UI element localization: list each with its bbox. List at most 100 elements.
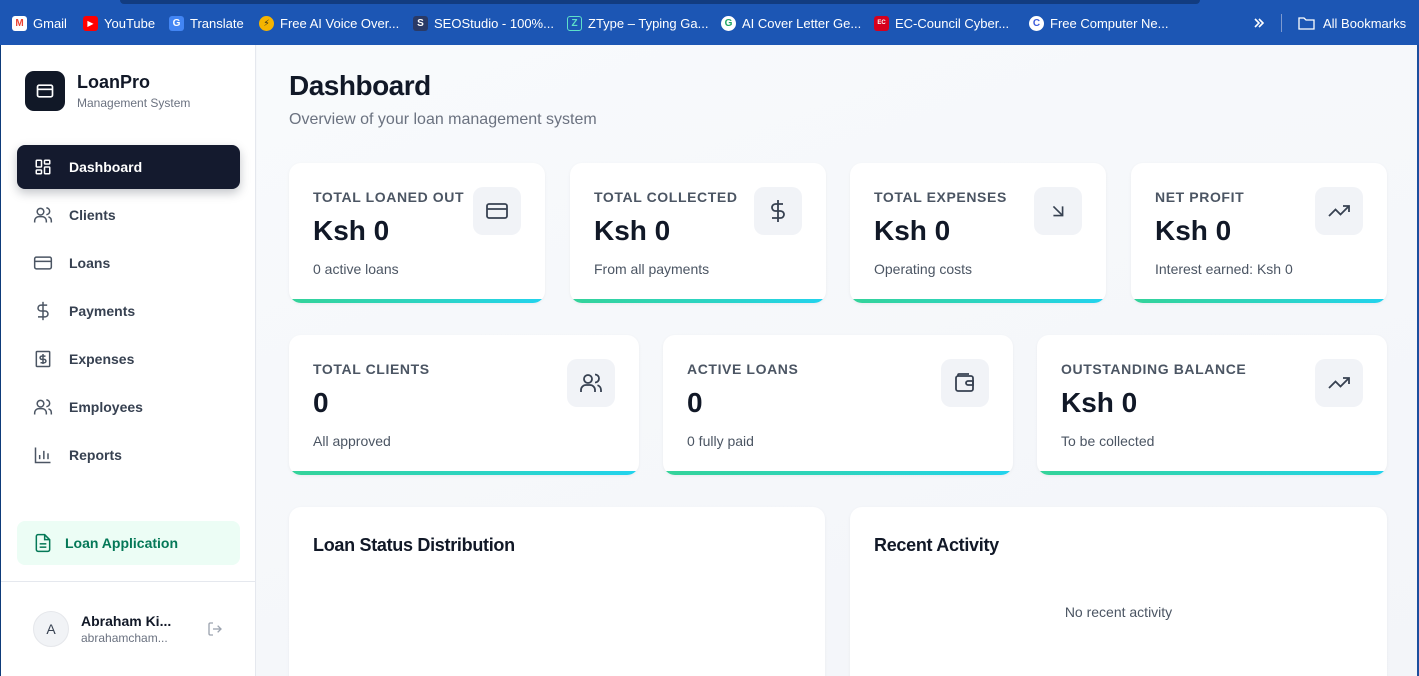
wallet-icon: [941, 359, 989, 407]
sidebar-item-dashboard[interactable]: Dashboard: [17, 145, 240, 189]
employees-icon: [33, 397, 53, 417]
user-profile: A Abraham Ki... abrahamcham...: [33, 611, 233, 647]
bookmark-label: YouTube: [104, 15, 156, 31]
stat-value: Ksh 0: [1061, 387, 1138, 418]
bookmark-label: Free Computer Ne...: [1050, 15, 1169, 31]
stat-subtext: 0 fully paid: [687, 433, 754, 449]
stat-label: NET PROFIT: [1155, 189, 1245, 205]
brand[interactable]: LoanPro Management System: [25, 71, 190, 111]
sidebar-item-label: Dashboard: [69, 159, 143, 175]
stat-label: TOTAL EXPENSES: [874, 189, 1007, 205]
sidebar-item-expenses[interactable]: Expenses: [17, 337, 240, 381]
brand-subtitle: Management System: [77, 96, 191, 110]
bookmark-free-computer[interactable]: C Free Computer Ne...: [1029, 14, 1169, 32]
bookmark-ztype[interactable]: Z ZType – Typing Ga...: [567, 14, 708, 32]
credit-card-icon: [33, 253, 53, 273]
logout-icon: [208, 622, 222, 636]
sidebar-item-reports[interactable]: Reports: [17, 433, 240, 477]
stat-card-active-loans: ACTIVE LOANS 0 0 fully paid: [663, 335, 1013, 475]
lightning-icon: ⚡: [259, 15, 274, 31]
bookmark-label: Translate: [190, 15, 244, 31]
users-icon: [33, 205, 53, 225]
sidebar-item-loans[interactable]: Loans: [17, 241, 240, 285]
stat-label: TOTAL LOANED OUT: [313, 189, 465, 205]
user-divider: [1, 581, 256, 582]
all-bookmarks-label: All Bookmarks: [1323, 15, 1407, 31]
computer-net-icon: C: [1029, 15, 1044, 31]
bookmark-youtube[interactable]: ▶ YouTube: [83, 14, 155, 32]
stat-card-total-loaned-out: TOTAL LOANED OUT Ksh 0 0 active loans: [289, 163, 545, 303]
panel-title: Loan Status Distribution: [313, 535, 515, 555]
dollar-icon: [754, 187, 802, 235]
stat-subtext: 0 active loans: [313, 261, 399, 277]
credit-card-icon: [473, 187, 521, 235]
bookmark-label: EC-Council Cyber...: [895, 15, 1010, 31]
stat-value: Ksh 0: [874, 215, 951, 246]
browser-frame-edge: [120, 0, 1200, 4]
card-accent-bar: [850, 299, 1106, 303]
stat-value: Ksh 0: [313, 215, 390, 246]
sidebar-item-clients[interactable]: Clients: [17, 193, 240, 237]
arrow-down-right-icon: [1034, 187, 1082, 235]
stat-value: 0: [687, 387, 703, 418]
more-bookmarks-button[interactable]: [1252, 14, 1266, 32]
card-accent-bar: [289, 299, 545, 303]
logout-button[interactable]: [206, 620, 224, 638]
card-accent-bar: [570, 299, 826, 303]
gmail-icon: M: [12, 15, 27, 31]
stat-subtext: All approved: [313, 433, 391, 449]
stat-label: OUTSTANDING BALANCE: [1061, 361, 1247, 377]
bookmark-free-ai-voice[interactable]: ⚡ Free AI Voice Over...: [259, 14, 399, 32]
loan-application-label: Loan Application: [65, 535, 179, 551]
receipt-icon: [33, 349, 53, 369]
stat-card-total-expenses: TOTAL EXPENSES Ksh 0 Operating costs: [850, 163, 1106, 303]
sidebar-item-label: Reports: [69, 447, 122, 463]
sidebar-item-payments[interactable]: Payments: [17, 289, 240, 333]
bookmark-label: Free AI Voice Over...: [280, 15, 400, 31]
user-name: Abraham Ki...: [81, 613, 172, 629]
document-icon: [33, 533, 53, 553]
card-accent-bar: [1037, 471, 1387, 475]
youtube-icon: ▶: [83, 15, 98, 31]
stat-value: 0: [313, 387, 329, 418]
bookmark-translate[interactable]: G Translate: [169, 14, 244, 32]
sidebar-item-label: Clients: [69, 207, 116, 223]
bookmark-seostudio[interactable]: S SEOStudio - 100%...: [413, 14, 554, 32]
sidebar-item-employees[interactable]: Employees: [17, 385, 240, 429]
ec-council-icon: EC: [874, 15, 889, 31]
bookmark-gmail[interactable]: M Gmail: [12, 14, 67, 32]
avatar[interactable]: A: [33, 611, 69, 647]
all-bookmarks-button[interactable]: All Bookmarks: [1298, 14, 1406, 32]
bookmark-label: SEOStudio - 100%...: [434, 15, 554, 31]
sidebar: LoanPro Management System Dashboard Clie…: [1, 45, 256, 676]
stat-subtext: To be collected: [1061, 433, 1155, 449]
sidebar-item-label: Employees: [69, 399, 143, 415]
loan-application-button[interactable]: Loan Application: [17, 521, 240, 565]
dollar-icon: [33, 301, 53, 321]
panel-title: Recent Activity: [874, 535, 999, 555]
stat-card-outstanding-balance: OUTSTANDING BALANCE Ksh 0 To be collecte…: [1037, 335, 1387, 475]
card-accent-bar: [663, 471, 1013, 475]
stat-value: Ksh 0: [1155, 215, 1232, 246]
stat-card-net-profit: NET PROFIT Ksh 0 Interest earned: Ksh 0: [1131, 163, 1387, 303]
dashboard-icon: [33, 157, 53, 177]
loan-status-panel: Loan Status Distribution: [289, 507, 825, 676]
brand-title: LoanPro: [77, 72, 151, 92]
trending-up-icon: [1315, 359, 1363, 407]
app-window: LoanPro Management System Dashboard Clie…: [0, 45, 1419, 676]
sidebar-item-label: Loans: [69, 255, 111, 271]
cover-letter-icon: G: [721, 15, 736, 31]
bookmark-ec-council[interactable]: EC EC-Council Cyber...: [874, 14, 1009, 32]
empty-state-text: No recent activity: [1064, 604, 1173, 620]
folder-icon: [1298, 17, 1315, 30]
double-chevron-icon: [1254, 18, 1265, 28]
bookmark-label: Gmail: [33, 15, 67, 31]
seostudio-icon: S: [413, 15, 428, 31]
main-content: Dashboard Overview of your loan manageme…: [257, 45, 1418, 676]
ztype-icon: Z: [567, 15, 582, 31]
card-accent-bar: [289, 471, 639, 475]
trending-up-icon: [1315, 187, 1363, 235]
translate-icon: G: [169, 15, 184, 31]
bookmark-ai-cover-letter[interactable]: G AI Cover Letter Ge...: [721, 14, 861, 32]
bar-chart-icon: [33, 445, 53, 465]
